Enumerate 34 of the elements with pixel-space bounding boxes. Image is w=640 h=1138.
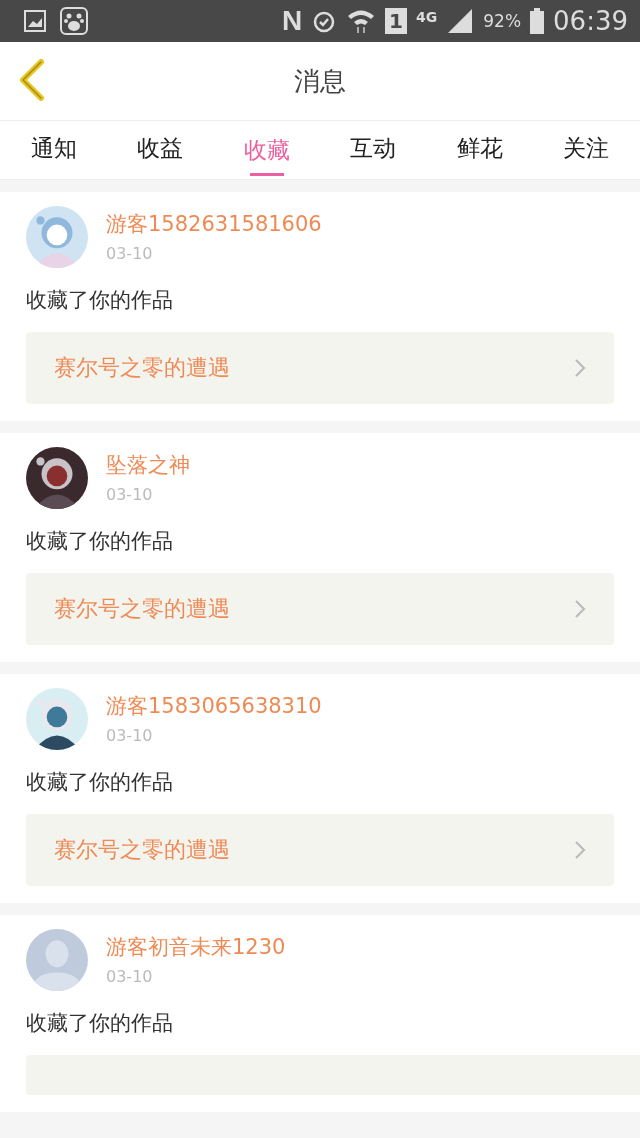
signal-icon: [446, 8, 475, 34]
chevron-right-icon: [574, 840, 586, 860]
tab[interactable]: 通知: [6, 121, 102, 179]
work-link[interactable]: 赛尔号之零的遭遇: [26, 332, 614, 404]
battery-icon: [530, 8, 545, 34]
gallery-icon: [24, 10, 46, 32]
wifi-icon: [346, 8, 377, 34]
page-title: 消息: [294, 64, 346, 98]
tab[interactable]: 鲜花: [431, 121, 528, 179]
message-text: 收藏了你的作品: [26, 528, 174, 555]
battery-percent: 92%: [483, 11, 522, 31]
message-date: 03-10: [106, 244, 153, 263]
user-name[interactable]: 游客1583065638310: [106, 692, 322, 720]
user-name[interactable]: 坠落之神: [106, 451, 190, 479]
message-date: 03-10: [106, 967, 153, 986]
chevron-right-icon: [574, 358, 586, 378]
paw-icon: [60, 7, 88, 35]
tab[interactable]: 收益: [112, 121, 209, 179]
tab[interactable]: 互动: [325, 121, 422, 179]
chevron-right-icon: [574, 599, 586, 619]
message-text: 收藏了你的作品: [26, 287, 174, 314]
sim-indicator: 1: [385, 8, 408, 34]
network-type: 4G: [416, 9, 438, 25]
clock: 06:39: [553, 6, 628, 36]
message-text: 收藏了你的作品: [26, 769, 174, 796]
user-name[interactable]: 游客初音未来1230: [106, 933, 286, 961]
message-date: 03-10: [106, 726, 153, 745]
message-date: 03-10: [106, 485, 153, 504]
tab[interactable]: 关注: [537, 121, 634, 179]
message-text: 收藏了你的作品: [26, 1010, 174, 1037]
work-link[interactable]: 赛尔号之零的遭遇: [26, 573, 614, 645]
user-name[interactable]: 游客1582631581606: [106, 210, 322, 238]
nfc-indicator: N: [281, 5, 303, 37]
work-link[interactable]: 赛尔号之零的遭遇: [26, 814, 614, 886]
